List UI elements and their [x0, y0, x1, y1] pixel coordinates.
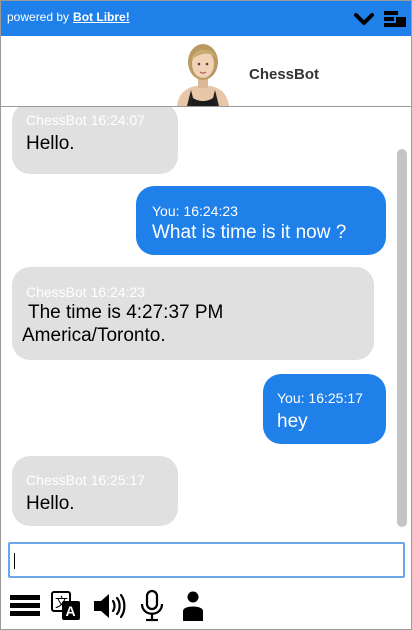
- message-text: hey: [277, 411, 308, 432]
- top-bar: powered by Bot Libre!: [1, 1, 411, 36]
- menu-icon[interactable]: [9, 589, 41, 623]
- message-text: America/Toronto.: [22, 325, 166, 346]
- window-toggle-icon[interactable]: [384, 10, 406, 28]
- speaker-icon[interactable]: [92, 589, 126, 623]
- avatar-toggle-icon[interactable]: [179, 589, 207, 623]
- message-meta: ChessBot 16:24:07: [26, 112, 146, 128]
- message-text: What is time is it now ?: [152, 222, 347, 243]
- message-user: You: 16:24:23 What is time is it now ?: [136, 186, 386, 255]
- message-bot: ChessBot 16:24:07 Hello.: [12, 107, 178, 174]
- message-bot: ChessBot 16:25:17 Hello.: [12, 456, 178, 526]
- message-bot: ChessBot 16:24:23 The time is 4:27:37 PM…: [12, 267, 374, 360]
- message-meta: You: 16:25:17: [277, 390, 363, 406]
- message-user: You: 16:25:17 hey: [263, 374, 386, 444]
- bot-libre-link[interactable]: Bot Libre!: [73, 10, 130, 24]
- conversation-scrollbar[interactable]: [397, 149, 407, 527]
- text-caret: [14, 553, 15, 569]
- svg-text:A: A: [66, 603, 76, 619]
- chevron-down-icon[interactable]: [354, 10, 374, 28]
- bot-header: ChessBot: [1, 36, 411, 107]
- message-text: Hello.: [26, 133, 75, 154]
- bot-avatar: [173, 40, 233, 106]
- message-input[interactable]: [10, 544, 403, 576]
- message-input-box[interactable]: [8, 542, 405, 578]
- message-text: The time is 4:27:37 PM: [28, 302, 224, 323]
- conversation-area: ChessBot 16:24:07 Hello. You: 16:24:23 W…: [1, 107, 411, 532]
- powered-by-label: powered by: [7, 10, 70, 24]
- microphone-icon[interactable]: [139, 589, 165, 623]
- message-meta: ChessBot 16:25:17: [26, 472, 146, 488]
- chat-window: powered by Bot Libre! ChessBot ChessBot …: [0, 0, 412, 630]
- message-text: Hello.: [26, 493, 75, 514]
- bot-name: ChessBot: [249, 66, 320, 83]
- message-meta: You: 16:24:23: [152, 203, 238, 219]
- powered-by: powered by Bot Libre!: [7, 10, 130, 24]
- translate-icon[interactable]: 文 A: [50, 589, 82, 623]
- message-meta: ChessBot 16:24:23: [26, 284, 146, 300]
